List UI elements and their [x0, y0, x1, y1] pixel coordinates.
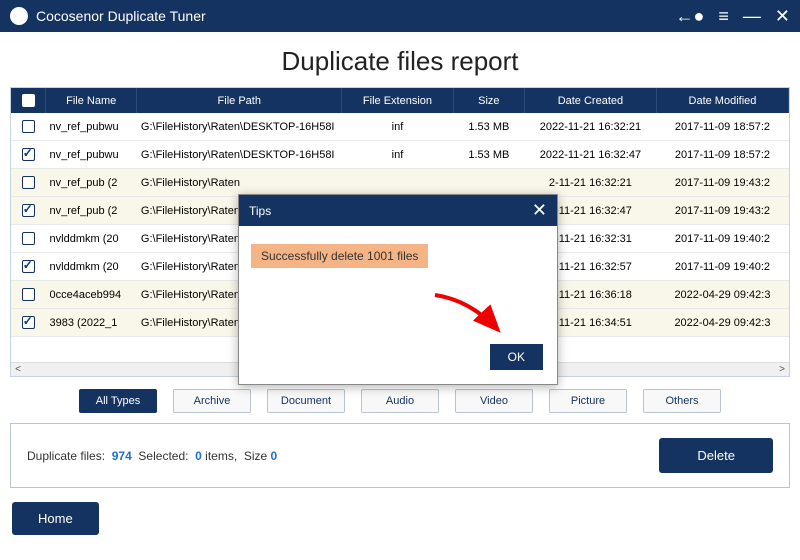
- cell-file-name: nvlddmkm (20: [46, 253, 137, 281]
- cell-date-modified: 2017-11-09 19:43:2: [656, 169, 788, 197]
- scroll-left-icon[interactable]: <: [11, 364, 25, 375]
- dialog-title: Tips: [249, 204, 271, 218]
- col-date-created[interactable]: Date Created: [524, 88, 656, 113]
- row-checkbox[interactable]: [22, 232, 35, 245]
- cell-file-path: G:\FileHistory\Raten\DESKTOP-16H58I: [137, 141, 342, 169]
- table-row[interactable]: nv_ref_pubwuG:\FileHistory\Raten\DESKTOP…: [11, 113, 789, 141]
- table-header-row: File Name File Path File Extension Size …: [11, 88, 789, 113]
- cell-date-modified: 2017-11-09 18:57:2: [656, 141, 788, 169]
- status-bar: Duplicate files: 974 Selected: 0 items, …: [10, 423, 790, 488]
- row-checkbox[interactable]: [22, 316, 35, 329]
- size-value: 0: [271, 449, 278, 463]
- close-icon[interactable]: ✕: [775, 6, 790, 27]
- share-icon[interactable]: ←●: [676, 6, 705, 27]
- cell-file-path: G:\FileHistory\Raten: [137, 169, 342, 197]
- titlebar: Cocosenor Duplicate Tuner ←● ≡ — ✕: [0, 0, 800, 32]
- dialog-close-icon[interactable]: ✕: [532, 200, 547, 221]
- menu-icon[interactable]: ≡: [718, 6, 729, 27]
- row-checkbox[interactable]: [22, 288, 35, 301]
- dup-label: Duplicate files:: [27, 449, 105, 463]
- cell-file-name: nv_ref_pubwu: [46, 141, 137, 169]
- cell-file-name: nv_ref_pub (2: [46, 197, 137, 225]
- row-checkbox[interactable]: [22, 176, 35, 189]
- cell-file-name: 3983 (2022_1: [46, 309, 137, 337]
- cell-size: 1.53 MB: [453, 141, 524, 169]
- selected-count: 0: [195, 449, 202, 463]
- home-button[interactable]: Home: [12, 502, 99, 535]
- delete-button[interactable]: Delete: [659, 438, 773, 473]
- cell-file-name: nv_ref_pub (2: [46, 169, 137, 197]
- filter-bar: All Types Archive Document Audio Video Pictur…: [10, 389, 790, 413]
- cell-date-created: 2022-11-21 16:32:47: [524, 141, 656, 169]
- row-checkbox[interactable]: [22, 260, 35, 273]
- table-row[interactable]: nv_ref_pub (2G:\FileHistory\Raten 2-11-21…: [11, 169, 789, 197]
- cell-file-path: G:\FileHistory\Raten\DESKTOP-16H58I: [137, 113, 342, 141]
- cell-size: [453, 169, 524, 197]
- ok-button[interactable]: OK: [490, 344, 543, 370]
- row-checkbox[interactable]: [22, 120, 35, 133]
- cell-date-modified: 2022-04-29 09:42:3: [656, 309, 788, 337]
- filter-audio[interactable]: Audio: [361, 389, 439, 413]
- items-word: items,: [205, 449, 237, 463]
- col-file-path[interactable]: File Path: [137, 88, 342, 113]
- cell-date-created: 2-11-21 16:32:21: [524, 169, 656, 197]
- filter-video[interactable]: Video: [455, 389, 533, 413]
- col-file-name[interactable]: File Name: [46, 88, 137, 113]
- filter-document[interactable]: Document: [267, 389, 345, 413]
- col-file-ext[interactable]: File Extension: [342, 88, 454, 113]
- cell-file-ext: inf: [342, 141, 454, 169]
- filter-archive[interactable]: Archive: [173, 389, 251, 413]
- cell-date-modified: 2017-11-09 19:43:2: [656, 197, 788, 225]
- cell-file-ext: [342, 169, 454, 197]
- col-date-modified[interactable]: Date Modified: [656, 88, 788, 113]
- cell-file-name: nvlddmkm (20: [46, 225, 137, 253]
- minimize-icon[interactable]: —: [743, 6, 761, 27]
- cell-date-modified: 2017-11-09 19:40:2: [656, 225, 788, 253]
- scroll-right-icon[interactable]: >: [775, 364, 789, 375]
- cell-date-modified: 2022-04-29 09:42:3: [656, 281, 788, 309]
- size-word: Size: [244, 449, 267, 463]
- select-all-checkbox[interactable]: [22, 94, 35, 107]
- cell-date-created: 2022-11-21 16:32:21: [524, 113, 656, 141]
- cell-file-ext: inf: [342, 113, 454, 141]
- filter-others[interactable]: Others: [643, 389, 721, 413]
- tips-dialog: Tips ✕ Successfully delete 1001 files OK: [238, 194, 558, 385]
- table-row[interactable]: nv_ref_pubwuG:\FileHistory\Raten\DESKTOP…: [11, 141, 789, 169]
- app-title: Cocosenor Duplicate Tuner: [36, 8, 206, 24]
- page-title: Duplicate files report: [10, 46, 790, 77]
- cell-file-name: nv_ref_pubwu: [46, 113, 137, 141]
- filter-all-types[interactable]: All Types: [79, 389, 157, 413]
- dup-count: 974: [112, 449, 132, 463]
- selected-label: Selected:: [138, 449, 188, 463]
- cell-file-name: 0cce4aceb994: [46, 281, 137, 309]
- dialog-message: Successfully delete 1001 files: [251, 244, 428, 268]
- filter-picture[interactable]: Picture: [549, 389, 627, 413]
- cell-date-modified: 2017-11-09 19:40:2: [656, 253, 788, 281]
- app-icon: [10, 7, 28, 25]
- row-checkbox[interactable]: [22, 148, 35, 161]
- col-size[interactable]: Size: [453, 88, 524, 113]
- row-checkbox[interactable]: [22, 204, 35, 217]
- cell-date-modified: 2017-11-09 18:57:2: [656, 113, 788, 141]
- cell-size: 1.53 MB: [453, 113, 524, 141]
